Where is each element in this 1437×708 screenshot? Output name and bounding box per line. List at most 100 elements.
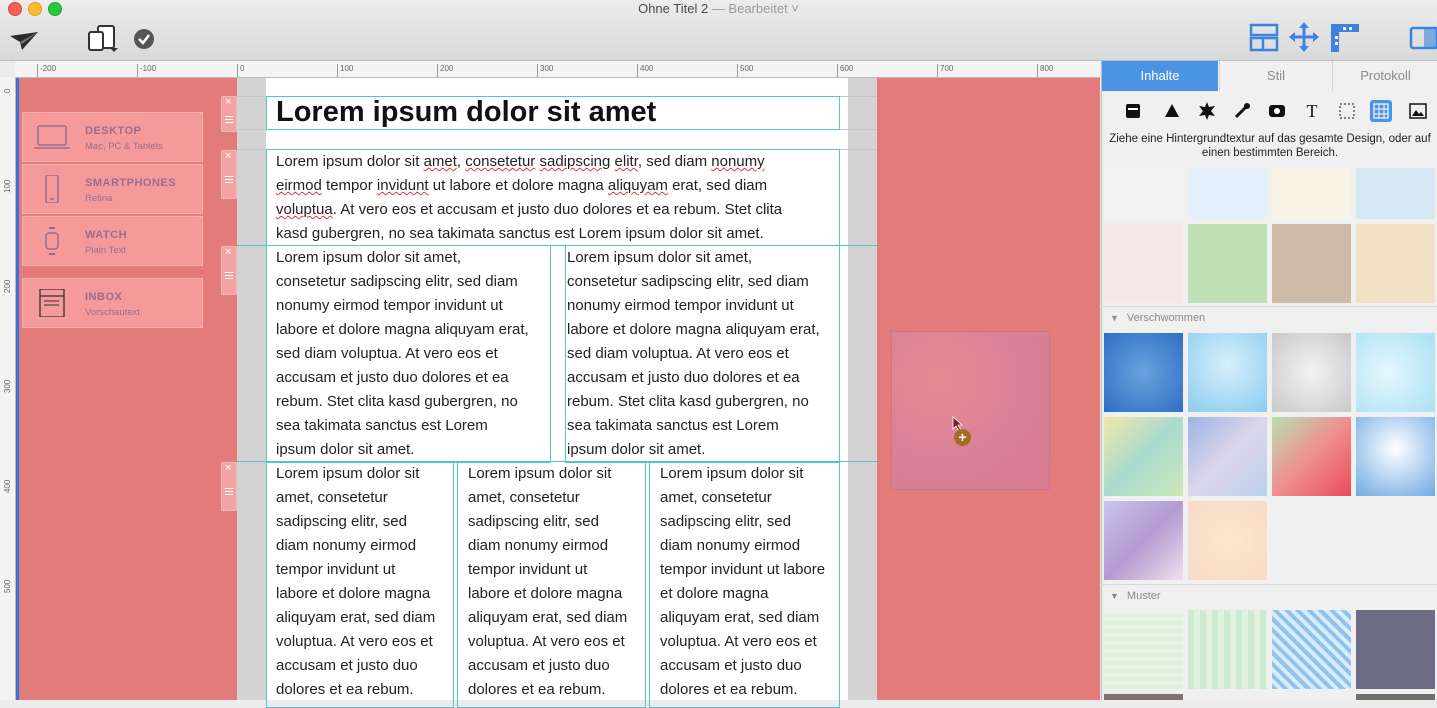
row-handle[interactable]: × xyxy=(221,96,237,132)
texture-tile[interactable] xyxy=(1104,333,1183,412)
device-smartphones[interactable]: SMARTPHONES Retina xyxy=(22,164,203,214)
paragraph-line: accusam et justo duo dolores et ea xyxy=(567,369,800,386)
texture-tile[interactable] xyxy=(1356,224,1435,303)
ruler-tick: 100 xyxy=(3,179,12,193)
texture-tile[interactable] xyxy=(1272,417,1351,496)
ruler-tick: 400 xyxy=(3,479,12,493)
texture-tile[interactable] xyxy=(1188,224,1267,303)
paragraph-line: Lorem ipsum dolor sit amet, consetetur s… xyxy=(276,150,836,174)
drag-grip-icon xyxy=(225,119,233,120)
remove-row-icon[interactable]: × xyxy=(225,462,231,474)
paragraph-column-left[interactable]: Lorem ipsum dolor sit amet, consetetur s… xyxy=(276,246,548,462)
texture-tile[interactable] xyxy=(1188,333,1267,412)
window-title: Ohne Titel 2 — Bearbeitet ˅ xyxy=(0,1,1437,16)
paragraph-line: voluptua. At vero eos et xyxy=(276,633,433,650)
block-layout-icon[interactable] xyxy=(1122,100,1144,122)
texture-tile[interactable] xyxy=(1356,168,1435,219)
tab-protokoll[interactable]: Protokoll xyxy=(1332,61,1437,91)
row-handle[interactable]: × xyxy=(221,462,237,511)
remove-row-icon[interactable]: × xyxy=(225,150,231,162)
paragraph-line: rebum. Stet clita kasd gubergren, no xyxy=(567,393,809,410)
row-handle[interactable]: × xyxy=(221,150,237,199)
ruler-tick: 100 xyxy=(337,64,353,77)
horizontal-ruler: -200 -100 0 100 200 300 400 500 600 700 … xyxy=(15,61,1100,78)
row-handle[interactable]: × xyxy=(221,246,237,295)
text-run: ut labore et dolore magna xyxy=(428,177,608,194)
devices-preview-icon[interactable] xyxy=(86,24,120,54)
tab-stil[interactable]: Stil xyxy=(1219,61,1332,91)
image-icon[interactable] xyxy=(1407,100,1429,122)
texture-tile[interactable] xyxy=(1104,417,1183,496)
shape-triangle-icon[interactable] xyxy=(1161,100,1183,122)
badge-star-icon[interactable] xyxy=(1196,100,1218,122)
spellcheck-word: aliquyam xyxy=(607,177,668,194)
ruler-tick: 400 xyxy=(637,64,653,77)
selection-area-icon[interactable] xyxy=(1336,100,1358,122)
text-run: kasd gubergren, no sea takimata sanctus … xyxy=(276,225,764,242)
texture-tile[interactable] xyxy=(1188,501,1267,580)
section-title: Verschwommen xyxy=(1126,312,1206,324)
texture-tile[interactable] xyxy=(1104,501,1183,580)
paragraph-line: tempor invidunt ut xyxy=(276,561,396,578)
paragraph-line: tempor invidunt ut xyxy=(468,561,588,578)
texture-tile[interactable] xyxy=(1356,610,1435,689)
eyedropper-icon[interactable] xyxy=(1231,100,1253,122)
dragged-texture-preview[interactable] xyxy=(891,331,1050,490)
move-arrows-icon[interactable] xyxy=(1289,22,1319,52)
texture-tile[interactable] xyxy=(1188,610,1267,689)
text-tool-icon[interactable]: T xyxy=(1301,100,1323,122)
texture-tile[interactable] xyxy=(1272,610,1351,689)
paragraph-line: aliquyam erat, sed diam xyxy=(660,609,820,626)
texture-tile[interactable] xyxy=(1272,168,1351,219)
paragraph-full[interactable]: Lorem ipsum dolor sit amet, consetetur s… xyxy=(276,150,836,246)
paragraph-line: tempor invidunt ut labore xyxy=(660,561,826,578)
texture-tile[interactable] xyxy=(1272,224,1351,303)
ruler-tick: 500 xyxy=(737,64,753,77)
paragraph-line: Lorem ipsum dolor sit xyxy=(276,465,420,482)
texture-tile[interactable] xyxy=(1104,694,1183,700)
validate-check-icon[interactable] xyxy=(133,28,155,50)
paragraph-third-3[interactable]: Lorem ipsum dolor sit amet, consetetur s… xyxy=(660,462,842,702)
paragraph-line: accusam et justo duo xyxy=(660,657,802,674)
text-run: , sed diam xyxy=(637,153,712,170)
section-muster[interactable]: ▼ Muster xyxy=(1101,584,1437,607)
texture-tile[interactable] xyxy=(1104,224,1183,303)
texture-tile[interactable] xyxy=(1356,694,1435,700)
texture-pattern-icon[interactable] xyxy=(1370,100,1392,122)
texture-tile[interactable] xyxy=(1188,417,1267,496)
tab-inhalte[interactable]: Inhalte xyxy=(1102,61,1218,91)
texture-tile[interactable] xyxy=(1104,610,1183,689)
section-verschwommen[interactable]: ▼ Verschwommen xyxy=(1101,306,1437,329)
page-title[interactable]: Lorem ipsum dolor sit amet xyxy=(276,96,656,129)
spellcheck-word: sadipscing xyxy=(539,153,611,170)
texture-tile[interactable] xyxy=(1356,417,1435,496)
sidebar-toggle-icon[interactable] xyxy=(1409,24,1437,50)
ruler-icon[interactable] xyxy=(1329,22,1361,54)
paragraph-line: aliquyam erat, sed diam xyxy=(276,609,436,626)
send-icon[interactable] xyxy=(8,30,40,52)
ruler-tick: 0 xyxy=(3,88,12,93)
texture-tile[interactable] xyxy=(1104,168,1183,219)
texture-tile[interactable] xyxy=(1272,333,1351,412)
video-icon[interactable] xyxy=(1266,100,1288,122)
paragraph-line: consetetur sadipscing elitr, sed diam xyxy=(567,273,809,290)
remove-row-icon[interactable]: × xyxy=(225,246,231,258)
paragraph-column-right[interactable]: Lorem ipsum dolor sit amet, consetetur s… xyxy=(567,246,839,462)
texture-tile[interactable] xyxy=(1356,333,1435,412)
device-inbox[interactable]: INBOX Vorschautext xyxy=(22,278,203,328)
paragraph-line: et dolore magna xyxy=(660,585,769,602)
paragraph-line: nonumy eirmod tempor invidunt ut xyxy=(276,297,503,314)
laptop-icon xyxy=(34,125,70,149)
texture-tile[interactable] xyxy=(1188,168,1267,219)
ruler-tick: 800 xyxy=(1037,64,1053,77)
paragraph-line: labore et dolore magna aliquyam erat, xyxy=(276,321,529,338)
paragraph-third-1[interactable]: Lorem ipsum dolor sit amet, consetetur s… xyxy=(276,462,456,702)
device-desktop[interactable]: DESKTOP Mac, PC & Tablets xyxy=(22,112,203,162)
device-watch[interactable]: WATCH Plain Text xyxy=(22,216,203,266)
spellcheck-word: elitr xyxy=(614,153,638,170)
paragraph-third-2[interactable]: Lorem ipsum dolor sit amet, consetetur s… xyxy=(468,462,648,702)
paragraph-line: amet, consetetur xyxy=(468,489,580,506)
layout-grid-icon[interactable] xyxy=(1249,22,1279,52)
document-title: Ohne Titel 2 xyxy=(638,1,709,16)
remove-row-icon[interactable]: × xyxy=(225,96,231,108)
